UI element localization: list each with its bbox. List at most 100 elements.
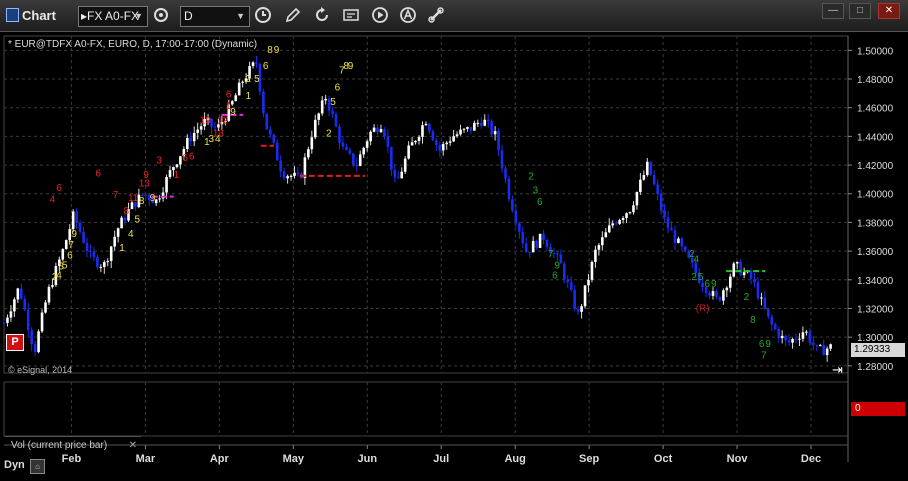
- candle-body: [16, 288, 20, 300]
- timeframe-input[interactable]: D ▼: [180, 6, 250, 27]
- candle-body: [355, 164, 359, 166]
- x-tick-label: Mar: [136, 453, 156, 465]
- pencil-draw-icon[interactable]: [283, 6, 303, 26]
- td-countdown-red-label: 19: [200, 115, 212, 126]
- symbol-settings-icon[interactable]: [151, 6, 171, 26]
- candle-body: [2, 322, 6, 324]
- timeframe-dropdown-icon[interactable]: ▼: [236, 7, 245, 26]
- p-badge[interactable]: P: [6, 334, 24, 351]
- candle-body: [580, 306, 583, 312]
- td-countdown-red-label: 4: [50, 194, 56, 205]
- candle-body: [518, 223, 521, 232]
- candle-body: [628, 212, 632, 214]
- td-countdown-red-label: 13: [213, 128, 225, 139]
- candle-body: [396, 177, 400, 179]
- close-button[interactable]: ✕: [878, 3, 900, 19]
- candle-body: [735, 261, 739, 264]
- chart-scale-icon[interactable]: [341, 6, 361, 26]
- go-to-latest-icon[interactable]: ⇥: [832, 362, 843, 378]
- candle-body: [812, 342, 815, 345]
- refresh-icon[interactable]: [312, 6, 332, 26]
- candle-body: [251, 62, 255, 67]
- candle-body: [96, 257, 99, 268]
- candle-body: [794, 339, 798, 341]
- td-countdown-green-label: 6: [704, 279, 710, 290]
- candle-body: [165, 176, 168, 193]
- candle-body: [407, 145, 410, 159]
- candle-body: [666, 217, 670, 229]
- r-marker: (R): [696, 303, 710, 314]
- candle-body: [383, 129, 386, 137]
- candle-body: [642, 175, 646, 180]
- candle-body: [362, 147, 365, 155]
- copyright-text: © eSignal, 2014: [8, 365, 73, 375]
- minimize-button[interactable]: —: [822, 3, 844, 19]
- candle-body: [514, 210, 518, 224]
- candle-body: [241, 81, 244, 83]
- candle-body: [26, 309, 30, 331]
- candle-body: [19, 288, 23, 299]
- candle-body: [597, 245, 601, 250]
- candle-body: [369, 131, 372, 142]
- candle-body: [590, 261, 594, 280]
- candle-body: [113, 236, 116, 247]
- candle-body: [829, 344, 832, 349]
- candle-body: [756, 282, 760, 299]
- study-icon[interactable]: [398, 6, 418, 26]
- td-countdown-red-label: 1: [226, 101, 232, 112]
- candle-body: [656, 184, 659, 195]
- td-countdown-red-label: 7: [113, 190, 119, 201]
- price-chart[interactable]: 24356791458 913 4912 568 9256789466781113931…: [0, 32, 908, 481]
- td-countdown-green-label: 5: [698, 272, 704, 283]
- td-countdown-red-label: 1: [174, 170, 180, 181]
- candle-body: [645, 161, 649, 176]
- candle-body: [390, 146, 393, 170]
- dyn-label[interactable]: Dyn: [4, 459, 25, 471]
- td-countdown-green-label: 6: [759, 339, 765, 350]
- maximize-button[interactable]: □: [849, 3, 871, 19]
- candle-body: [310, 137, 314, 150]
- candle-body: [282, 171, 286, 179]
- candle-body: [435, 140, 438, 146]
- clock-icon[interactable]: [253, 6, 273, 26]
- candle-body: [307, 149, 310, 158]
- candle-body: [763, 297, 767, 309]
- candle-body: [372, 127, 376, 132]
- td-countdown-red-label: 6: [95, 169, 101, 180]
- candle-body: [507, 178, 511, 200]
- symbol-input[interactable]: ▸FX A0-FX ▼: [78, 6, 148, 27]
- td-setup-label: 6: [263, 61, 269, 72]
- td-countdown-green-label: 2: [528, 171, 534, 182]
- candle-body: [639, 179, 642, 193]
- td-setup-label: 8: [267, 45, 273, 56]
- candle-body: [559, 254, 563, 264]
- td-countdown-green-label: 9: [711, 279, 717, 290]
- candle-body: [749, 271, 753, 279]
- candle-body: [234, 95, 238, 102]
- dyn-home-icon[interactable]: ⌂: [30, 459, 45, 474]
- td-countdown-green-label: 7: [761, 351, 767, 362]
- candle-body: [711, 291, 715, 296]
- td-setup-label: 1: [119, 243, 125, 254]
- td-countdown-green-label: 9: [765, 339, 771, 350]
- candle-body: [545, 240, 549, 247]
- candle-body: [742, 272, 746, 276]
- link-icon[interactable]: [426, 6, 446, 26]
- play-icon[interactable]: [370, 6, 390, 26]
- volume-study-tab[interactable]: Vol (current price bar) ✕: [5, 436, 141, 454]
- candle-body: [569, 282, 573, 290]
- symbol-dropdown-icon[interactable]: ▼: [132, 7, 143, 26]
- candle-body: [89, 251, 92, 253]
- volume-tab-close-icon[interactable]: ✕: [129, 437, 137, 455]
- candle-body: [483, 119, 487, 126]
- candle-body: [82, 231, 85, 243]
- candle-body: [801, 332, 805, 339]
- candle-body: [265, 113, 269, 130]
- candle-body: [317, 113, 321, 120]
- candle-body: [13, 299, 16, 312]
- candle-body: [376, 127, 379, 133]
- candle-body: [490, 121, 493, 135]
- candle-body: [313, 119, 317, 138]
- candle-body: [531, 241, 535, 253]
- td-countdown-red-label: 9: [143, 170, 149, 181]
